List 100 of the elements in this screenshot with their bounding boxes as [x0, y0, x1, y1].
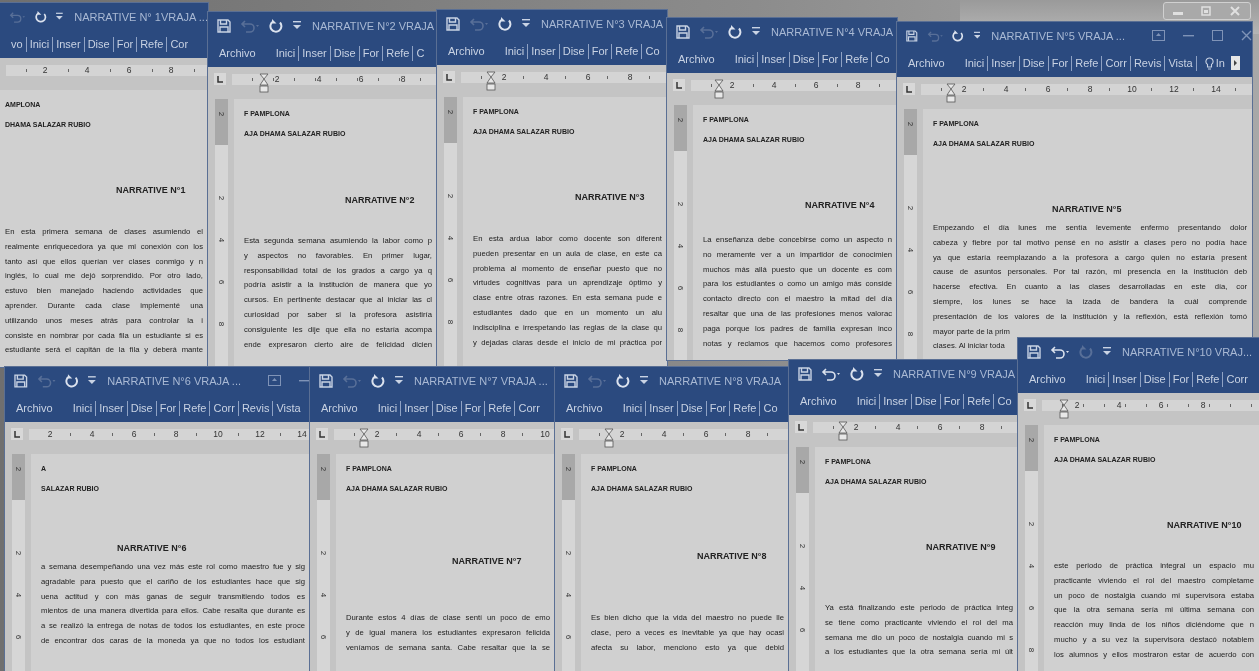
- dropdown-icon[interactable]: [293, 21, 301, 30]
- indent-marker-icon[interactable]: [486, 70, 496, 91]
- dropdown-icon[interactable]: [752, 27, 760, 36]
- ribbon-tab[interactable]: Revis: [238, 400, 274, 416]
- save-icon[interactable]: [1027, 344, 1041, 359]
- ribbon-tab[interactable]: Archivo: [1026, 371, 1069, 387]
- ribbon-tab[interactable]: For: [359, 45, 384, 61]
- undo-icon[interactable]: [821, 366, 841, 381]
- close-icon[interactable]: [1241, 30, 1252, 41]
- ribbon-tab[interactable]: Dise: [1140, 371, 1170, 387]
- ribbon-tab[interactable]: Refe: [485, 400, 516, 416]
- ribbon-tab[interactable]: Co: [760, 400, 781, 416]
- lightbulb-icon[interactable]: [1204, 56, 1214, 70]
- ribbon-tab[interactable]: Inici: [619, 400, 647, 416]
- dropdown-icon[interactable]: [88, 376, 97, 385]
- ribbon-tab[interactable]: Archivo: [216, 45, 259, 61]
- ribbon-tab[interactable]: Dise: [330, 45, 360, 61]
- ribbon-tab[interactable]: Refe: [1193, 371, 1224, 387]
- ribbon-tab[interactable]: Co: [872, 51, 893, 67]
- tab-selector-icon[interactable]: [316, 428, 328, 440]
- ribbon-tab[interactable]: Inici: [501, 43, 529, 59]
- tell-me-field[interactable]: In: [1215, 57, 1225, 69]
- indent-marker-icon[interactable]: [259, 72, 269, 93]
- save-icon[interactable]: [319, 373, 333, 388]
- ribbon-tab[interactable]: Co: [994, 393, 1015, 409]
- indent-marker-icon[interactable]: [1059, 398, 1069, 419]
- ribbon-tab[interactable]: Vista: [273, 400, 304, 416]
- ribbon-tab[interactable]: Dise: [84, 36, 114, 52]
- indent-marker-icon[interactable]: [714, 78, 724, 99]
- ribbon-tab[interactable]: Archivo: [13, 400, 56, 416]
- ribbon-tab[interactable]: For: [113, 36, 138, 52]
- scroll-right-icon[interactable]: [1230, 56, 1240, 70]
- ribbon-tab[interactable]: Inser: [758, 51, 790, 67]
- redo-icon[interactable]: [616, 373, 631, 388]
- ribbon-tab[interactable]: Dise: [789, 51, 819, 67]
- tab-selector-icon[interactable]: [11, 428, 23, 440]
- tab-selector-icon[interactable]: [561, 428, 573, 440]
- ribbon-tab[interactable]: Inici: [26, 36, 54, 52]
- ribbon-tab[interactable]: Refe: [730, 400, 761, 416]
- dropdown-icon[interactable]: [1103, 347, 1111, 356]
- ribbon-tab[interactable]: Inser: [880, 393, 912, 409]
- indent-marker-icon[interactable]: [946, 82, 956, 103]
- ribbon-tab[interactable]: Inser: [646, 400, 678, 416]
- undo-icon[interactable]: [1050, 344, 1070, 359]
- dropdown-icon[interactable]: [973, 31, 981, 40]
- ribbon-tab[interactable]: For: [818, 51, 843, 67]
- redo-icon[interactable]: [34, 9, 48, 24]
- ribbon-tab[interactable]: Corr: [1223, 371, 1251, 387]
- ribbon-tab[interactable]: Inici: [374, 400, 402, 416]
- indent-marker-icon[interactable]: [604, 427, 614, 448]
- redo-icon[interactable]: [952, 28, 965, 43]
- ribbon-tab[interactable]: Corr: [210, 400, 239, 416]
- save-icon[interactable]: [798, 366, 812, 381]
- redo-icon[interactable]: [64, 373, 80, 388]
- ribbon-tab[interactable]: Dise: [127, 400, 157, 416]
- indent-marker-icon[interactable]: [838, 420, 848, 441]
- ribbon-tab[interactable]: Inser: [401, 400, 433, 416]
- save-icon[interactable]: [564, 373, 578, 388]
- ribbon-tab[interactable]: Inici: [69, 400, 97, 416]
- redo-icon[interactable]: [269, 18, 284, 33]
- ribbon-tab[interactable]: Dise: [559, 43, 589, 59]
- ribbon-tab[interactable]: Archivo: [905, 55, 948, 71]
- redo-icon[interactable]: [850, 366, 865, 381]
- ribbon-tab[interactable]: For: [588, 43, 613, 59]
- dropdown-icon[interactable]: [395, 376, 403, 385]
- ribbon-display-icon[interactable]: [268, 375, 281, 386]
- ribbon-tab[interactable]: For: [1048, 55, 1073, 71]
- ribbon-tab[interactable]: Inser: [528, 43, 560, 59]
- save-icon[interactable]: [14, 373, 28, 388]
- ribbon-tab[interactable]: Archivo: [445, 43, 488, 59]
- save-icon[interactable]: [446, 16, 460, 31]
- indent-marker-icon[interactable]: [359, 427, 369, 448]
- ribbon-tab[interactable]: Archivo: [318, 400, 361, 416]
- tab-selector-icon[interactable]: [903, 83, 915, 95]
- minimize-icon[interactable]: [299, 379, 310, 382]
- ribbon-tab[interactable]: For: [156, 400, 181, 416]
- ribbon-tab[interactable]: Inici: [272, 45, 300, 61]
- dropdown-icon[interactable]: [522, 19, 530, 28]
- minimize-icon[interactable]: [1183, 34, 1194, 37]
- tab-selector-icon[interactable]: [673, 79, 685, 91]
- ribbon-tab[interactable]: Refe: [137, 36, 168, 52]
- ribbon-tab[interactable]: For: [940, 393, 965, 409]
- tab-selector-icon[interactable]: [795, 421, 807, 433]
- dropdown-icon[interactable]: [640, 376, 648, 385]
- tab-selector-icon[interactable]: [1024, 399, 1036, 411]
- save-icon[interactable]: [906, 28, 918, 43]
- ribbon-tab[interactable]: Refe: [964, 393, 995, 409]
- ribbon-tab[interactable]: Corr: [1102, 55, 1131, 71]
- ribbon-tab[interactable]: Cor: [167, 36, 192, 52]
- ribbon-tab[interactable]: Inici: [731, 51, 759, 67]
- redo-icon[interactable]: [371, 373, 386, 388]
- ribbon-tab[interactable]: Dise: [677, 400, 707, 416]
- dropdown-icon[interactable]: [56, 12, 64, 21]
- ribbon-tab[interactable]: Inser: [96, 400, 128, 416]
- save-icon[interactable]: [676, 24, 690, 39]
- ribbon-tab[interactable]: For: [706, 400, 731, 416]
- dropdown-icon[interactable]: [874, 369, 882, 378]
- ribbon-tab[interactable]: For: [461, 400, 486, 416]
- ribbon-tab[interactable]: Refe: [180, 400, 211, 416]
- ribbon-tab[interactable]: For: [1169, 371, 1194, 387]
